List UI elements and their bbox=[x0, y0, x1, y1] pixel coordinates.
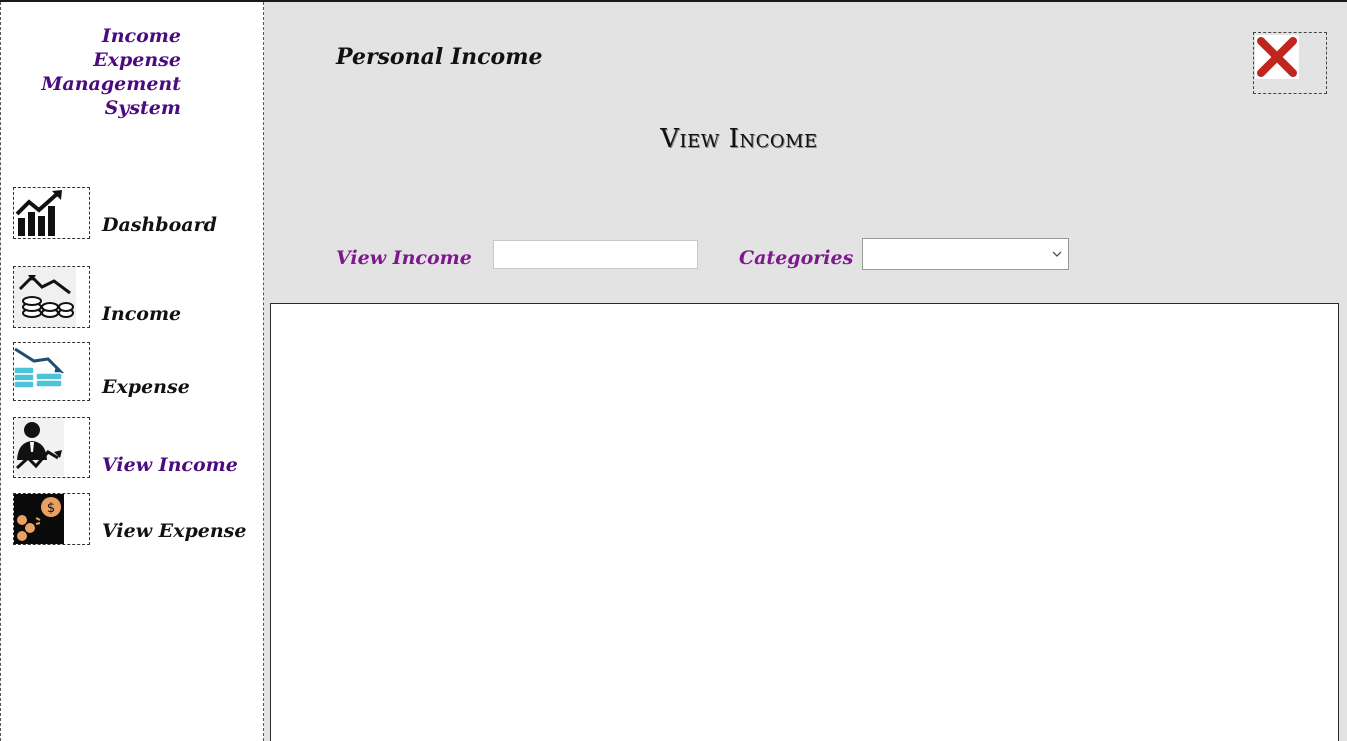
income-data-grid[interactable] bbox=[270, 303, 1339, 741]
view-income-input[interactable] bbox=[493, 240, 698, 269]
sidebar-item-income[interactable]: Income bbox=[102, 303, 181, 325]
coins-falling-icon[interactable] bbox=[13, 342, 90, 401]
sidebar-item-expense[interactable]: Expense bbox=[102, 376, 190, 398]
sidebar-item-dashboard[interactable]: Dashboard bbox=[102, 214, 217, 236]
chevron-down-icon bbox=[1052, 251, 1062, 257]
coins-rising-icon[interactable] bbox=[13, 266, 90, 328]
main-panel: Personal Income View Income View Income … bbox=[264, 2, 1347, 741]
businessman-growth-icon[interactable] bbox=[13, 417, 90, 478]
money-bag-icon[interactable]: $ bbox=[13, 493, 90, 545]
page-title: Personal Income bbox=[336, 44, 543, 70]
section-heading: View Income bbox=[660, 124, 818, 154]
chart-growth-icon[interactable] bbox=[13, 187, 90, 239]
close-icon[interactable] bbox=[1255, 35, 1299, 79]
sidebar: Income Expense Management System Dashboa… bbox=[0, 2, 264, 741]
app-window: Income Expense Management System Dashboa… bbox=[0, 0, 1347, 741]
sidebar-item-view-income[interactable]: View Income bbox=[102, 454, 238, 476]
categories-select[interactable] bbox=[862, 238, 1069, 270]
view-income-label: View Income bbox=[336, 247, 472, 269]
categories-label: Categories bbox=[739, 247, 854, 269]
app-title: Income Expense Management System bbox=[41, 25, 181, 119]
svg-text:$: $ bbox=[47, 501, 55, 516]
sidebar-item-view-expense[interactable]: View Expense bbox=[102, 520, 246, 542]
close-button[interactable] bbox=[1253, 32, 1327, 94]
